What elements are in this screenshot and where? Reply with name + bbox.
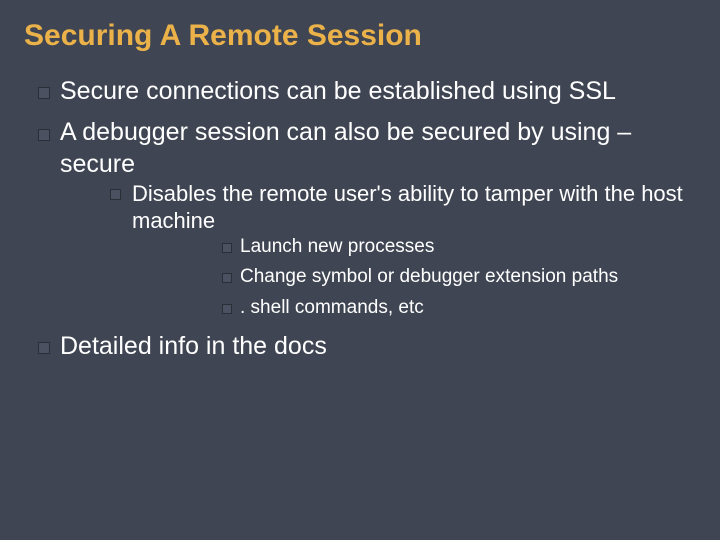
slide: Securing A Remote Session Secure connect… xyxy=(0,0,720,540)
slide-title: Securing A Remote Session xyxy=(24,18,696,54)
bullet-list-level1: Secure connections can be established us… xyxy=(24,76,696,362)
list-item-text: Launch new processes xyxy=(240,236,434,257)
bullet-icon xyxy=(38,342,50,354)
list-item: Launch new processes xyxy=(240,235,696,260)
bullet-icon xyxy=(110,189,121,200)
list-item-text: Secure connections can be established us… xyxy=(60,77,616,105)
list-item-text: Disables the remote user's ability to ta… xyxy=(132,181,683,234)
bullet-icon xyxy=(38,87,50,99)
bullet-list-level3: Launch new processes Change symbol or de… xyxy=(132,235,696,321)
list-item: Disables the remote user's ability to ta… xyxy=(132,180,696,321)
list-item-text: . shell commands, etc xyxy=(240,297,424,318)
list-item: Detailed info in the docs xyxy=(60,331,696,362)
list-item-text: Detailed info in the docs xyxy=(60,332,327,360)
list-item: Change symbol or debugger extension path… xyxy=(240,265,696,290)
bullet-list-level2: Disables the remote user's ability to ta… xyxy=(60,180,696,321)
list-item-text: A debugger session can also be secured b… xyxy=(60,118,631,177)
bullet-icon xyxy=(38,129,50,141)
list-item: A debugger session can also be secured b… xyxy=(60,117,696,321)
bullet-icon xyxy=(222,304,232,314)
list-item-text: Change symbol or debugger extension path… xyxy=(240,266,618,287)
bullet-icon xyxy=(222,273,232,283)
bullet-icon xyxy=(222,243,232,253)
list-item: Secure connections can be established us… xyxy=(60,76,696,107)
list-item: . shell commands, etc xyxy=(240,296,696,321)
